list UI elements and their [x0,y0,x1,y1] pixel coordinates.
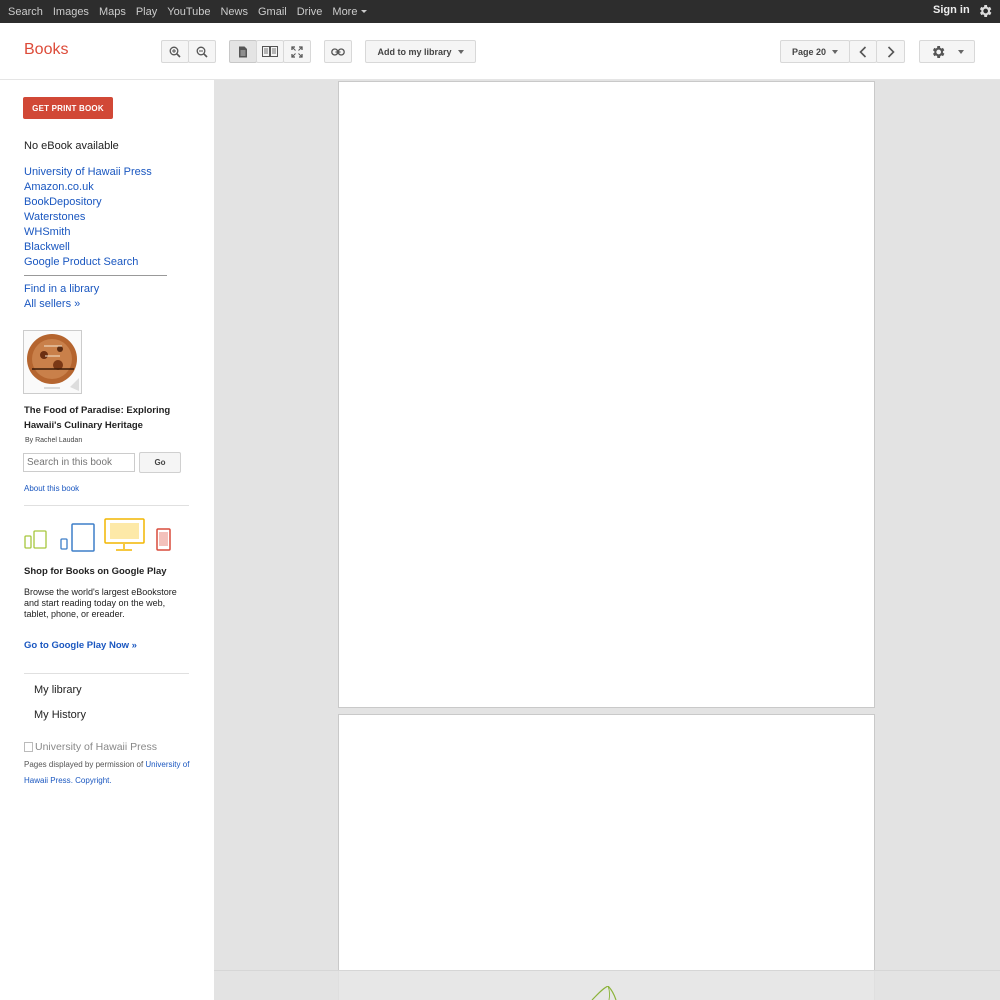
book-page[interactable] [338,81,875,708]
nav-maps[interactable]: Maps [99,6,126,18]
nav-search[interactable]: Search [8,6,43,18]
nav-youtube[interactable]: YouTube [167,6,210,18]
find-in-library-link[interactable]: Find in a library [24,282,99,297]
settings-icon [932,45,945,58]
fullscreen-icon [291,45,303,58]
book-author: By Rachel Laudan [25,437,83,444]
book-title: The Food of Paradise: Exploring Hawaii's… [24,405,171,431]
single-page-view-button[interactable] [229,40,257,63]
gear-icon[interactable] [977,3,993,19]
my-library-link[interactable]: My library [34,684,82,696]
divider [24,505,189,506]
my-history-link[interactable]: My History [34,709,86,721]
seller-link[interactable]: University of Hawaii Press [24,165,152,180]
zoom-in-button[interactable] [161,40,189,63]
about-book-link[interactable]: About this book [24,484,79,493]
link-button[interactable] [324,40,352,63]
seller-link[interactable]: Google Product Search [24,255,152,270]
book-page[interactable] [338,714,875,1000]
shop-play-description: Browse the world's largest eBookstore an… [24,587,177,619]
nav-news[interactable]: News [220,6,248,18]
chevron-down-icon [457,49,464,54]
library-links: Find in a library All sellers » [24,282,99,312]
go-to-play-link[interactable]: Go to Google Play Now » [24,640,137,651]
next-icon [887,45,895,58]
no-ebook-text: No eBook available [24,140,119,152]
seller-link[interactable]: Blackwell [24,240,152,255]
add-to-library-button[interactable]: Add to my library [365,40,476,63]
devices-illustration [24,518,174,554]
chevron-down-icon [958,49,964,54]
settings-menu-button[interactable] [919,40,975,63]
books-toolbar: Books Add to my library Page 20 [0,23,1000,80]
nav-gmail[interactable]: Gmail [258,6,287,18]
copyright-link[interactable]: Copyright [75,776,109,785]
sign-in-link[interactable]: Sign in [933,4,970,16]
seller-link[interactable]: Waterstones [24,210,152,225]
fullscreen-button[interactable] [283,40,311,63]
add-to-library-label: Add to my library [377,46,452,57]
nav-play[interactable]: Play [136,6,157,18]
get-print-book-button[interactable]: GET PRINT BOOK [23,97,113,119]
google-nav: Search Images Maps Play YouTube News Gma… [8,0,377,23]
divider [24,673,189,674]
go-button[interactable]: Go [139,452,181,473]
publisher-logo-alt: University of Hawaii Press [35,741,157,753]
seller-link[interactable]: Amazon.co.uk [24,180,152,195]
previous-page-button[interactable] [849,40,877,63]
page-selector[interactable]: Page 20 [780,40,850,63]
leaf-icon [591,986,617,1000]
google-bar: Search Images Maps Play YouTube News Gma… [0,0,1000,23]
search-in-book-input[interactable] [23,453,135,472]
zoom-in-icon [169,46,181,58]
broken-image-icon [24,742,33,752]
nav-drive[interactable]: Drive [297,6,323,18]
zoom-out-icon [196,46,208,58]
zoom-out-button[interactable] [188,40,216,63]
shop-play-title: Shop for Books on Google Play [24,566,167,577]
books-logo[interactable]: Books [24,41,68,59]
sidebar: GET PRINT BOOK No eBook available Univer… [0,80,214,1000]
prev-icon [859,45,867,58]
page-label: Page 20 [791,46,827,57]
seller-list: University of Hawaii Press Amazon.co.uk … [24,165,152,270]
permission-text: Pages displayed by permission of Univers… [24,760,190,785]
seller-link[interactable]: WHSmith [24,225,152,240]
two-page-icon [262,46,278,57]
divider [24,275,167,276]
chevron-down-icon [832,49,839,54]
book-viewer[interactable] [214,80,1000,1000]
nav-more[interactable]: More [332,6,367,18]
permission-prefix: Pages displayed by permission of [24,760,146,769]
two-page-view-button[interactable] [256,40,284,63]
all-sellers-link[interactable]: All sellers » [24,297,99,312]
book-cover-thumbnail[interactable] [23,330,82,394]
single-page-icon [239,46,247,57]
seller-link[interactable]: BookDepository [24,195,152,210]
link-icon [331,47,345,56]
publisher-logo: University of Hawaii Press [24,741,157,753]
next-page-button[interactable] [876,40,905,63]
nav-images[interactable]: Images [53,6,89,18]
